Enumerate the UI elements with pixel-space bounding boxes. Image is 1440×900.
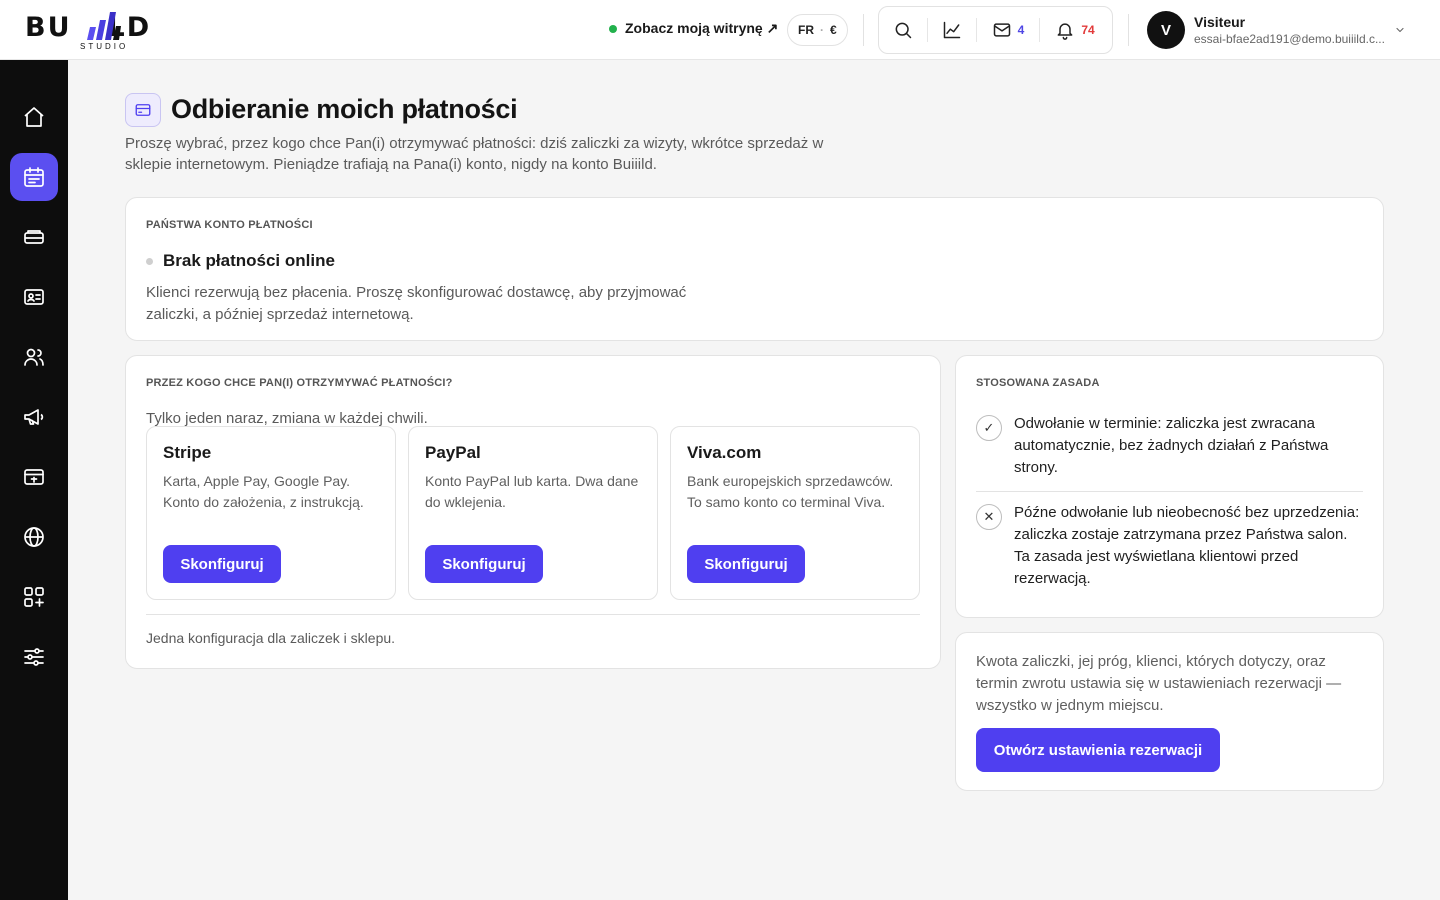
mail-icon — [993, 23, 1010, 37]
policy-divider — [976, 491, 1363, 492]
policy-card: Stosowana zasada ✓ Odwołanie w terminie:… — [955, 355, 1384, 618]
search-icon — [895, 22, 912, 39]
view-site-link[interactable]: Zobacz moją witrynę ↗ — [609, 20, 778, 37]
sidebar-item-apps[interactable] — [10, 573, 58, 621]
providers-footnote: Jedna konfiguracja dla zaliczek i sklepu… — [146, 630, 396, 646]
apps-icon — [24, 587, 44, 607]
calendar-icon — [24, 167, 44, 187]
sidebar-item-services[interactable] — [10, 213, 58, 261]
provider-paypal: PayPal Konto PayPal lub karta. Dwa dane … — [408, 426, 658, 600]
payment-terminal-icon — [24, 469, 44, 485]
search-button[interactable] — [879, 7, 927, 53]
open-booking-settings-button[interactable]: Otwórz ustawienia rezerwacji — [976, 728, 1220, 772]
status-title: Brak płatności online — [163, 251, 335, 270]
brand-logo[interactable]: BU LD STUDIO — [25, 8, 185, 52]
providers-card: Przez kogo chce Pan(i) otrzymywać płatno… — [125, 355, 941, 669]
messages-button[interactable]: 4 — [977, 7, 1039, 53]
page-title: Odbieranie moich płatności — [171, 94, 518, 124]
user-info: Visiteur essai-bfae2ad191@demo.buiiild.c… — [1194, 14, 1386, 46]
locale-separator: · — [820, 23, 824, 37]
payment-account-card: Państwa konto płatności Brak płatności o… — [125, 197, 1384, 341]
services-icon — [24, 230, 44, 244]
user-email: essai-bfae2ad191@demo.buiiild.c... — [1194, 32, 1385, 46]
configure-viva-button[interactable]: Skonfiguruj — [687, 545, 805, 583]
locale-currency-switch[interactable]: FR · € — [787, 14, 848, 46]
megaphone-icon — [24, 409, 44, 425]
online-status-dot — [609, 24, 617, 33]
sidebar-item-home[interactable] — [10, 93, 58, 141]
analytics-button[interactable] — [928, 7, 976, 53]
header-toolbar: 4 74 — [878, 6, 1113, 54]
provider-description: Karta, Apple Pay, Google Pay. Konto do z… — [163, 473, 364, 510]
policy-eyebrow: Stosowana zasada — [976, 377, 1100, 389]
credit-card-icon — [135, 104, 151, 116]
page-description: Proszę wybrać, przez kogo chce Pan(i) ot… — [125, 135, 824, 173]
close-icon: ✕ — [976, 504, 1002, 530]
user-name: Visiteur — [1194, 14, 1246, 30]
providers-divider — [146, 614, 920, 615]
notifications-count: 74 — [1081, 23, 1095, 37]
policy-rule-refund: ✓ Odwołanie w terminie: zaliczka jest zw… — [976, 413, 1363, 479]
sidebar-item-contacts[interactable] — [10, 273, 58, 321]
page-title-icon — [125, 93, 161, 127]
bell-icon — [1057, 23, 1073, 40]
policy-rule-text: Odwołanie w terminie: zaliczka jest zwra… — [1014, 415, 1329, 476]
globe-icon — [24, 527, 44, 547]
sidebar-item-marketing[interactable] — [10, 393, 58, 441]
avatar: V — [1147, 11, 1185, 49]
line-chart-icon — [943, 21, 961, 39]
provider-list: Stripe Karta, Apple Pay, Google Pay. Kon… — [146, 426, 920, 600]
locale-language: FR — [798, 23, 814, 37]
provider-name: Viva.com — [687, 443, 762, 462]
sidebar-item-settings[interactable] — [10, 633, 58, 681]
configure-stripe-button[interactable]: Skonfiguruj — [163, 545, 281, 583]
account-status: Brak płatności online — [146, 251, 1363, 271]
logo-subtitle: STUDIO — [80, 42, 129, 51]
sidebar-item-calendar[interactable] — [10, 153, 58, 201]
provider-stripe: Stripe Karta, Apple Pay, Google Pay. Kon… — [146, 426, 396, 600]
policy-rule-retain: ✕ Późne odwołanie lub nieobecność bez up… — [976, 502, 1363, 590]
sidebar — [0, 60, 68, 900]
provider-viva: Viva.com Bank europejskich sprzedawców. … — [670, 426, 920, 600]
provider-description: Konto PayPal lub karta. Dwa dane do wkle… — [425, 473, 639, 510]
top-header: BU LD STUDIO Zobacz moją witrynę ↗ FR · €… — [0, 0, 1440, 60]
view-site-label: Zobacz moją witrynę ↗ — [625, 20, 779, 36]
logo-bars-icon — [87, 12, 121, 40]
configure-paypal-button[interactable]: Skonfiguruj — [425, 545, 543, 583]
providers-eyebrow: Przez kogo chce Pan(i) otrzymywać płatno… — [146, 377, 453, 389]
locale-currency: € — [830, 23, 837, 37]
providers-subtitle: Tylko jeden naraz, zmiana w każdej chwil… — [146, 410, 428, 427]
provider-description: Bank europejskich sprzedawców. To samo k… — [687, 473, 894, 510]
header-divider — [863, 14, 864, 46]
contact-card-icon — [24, 289, 44, 305]
chevron-down-icon[interactable] — [1394, 24, 1406, 36]
deposit-settings-card: Kwota zaliczki, jej próg, klienci, który… — [955, 632, 1384, 791]
header-divider — [1128, 14, 1129, 46]
sidebar-item-website[interactable] — [10, 513, 58, 561]
deposit-info-text: Kwota zaliczki, jej próg, klienci, który… — [976, 653, 1342, 714]
check-icon: ✓ — [976, 415, 1002, 441]
sliders-icon — [24, 648, 44, 666]
status-dot — [146, 257, 153, 265]
provider-name: Stripe — [163, 443, 212, 462]
account-eyebrow: Państwa konto płatności — [146, 219, 313, 231]
notifications-button[interactable]: 74 — [1040, 7, 1110, 53]
home-icon — [24, 107, 44, 127]
sidebar-item-clients[interactable] — [10, 333, 58, 381]
provider-name: PayPal — [425, 443, 481, 462]
policy-rule-text: Późne odwołanie lub nieobecność bez uprz… — [1014, 504, 1360, 587]
users-icon — [24, 348, 44, 366]
sidebar-item-payments[interactable] — [10, 453, 58, 501]
status-description: Klienci rezerwują bez płacenia. Proszę s… — [146, 284, 687, 323]
messages-count: 4 — [1017, 23, 1025, 37]
user-menu[interactable]: V Visiteur essai-bfae2ad191@demo.buiiild… — [1147, 11, 1386, 49]
